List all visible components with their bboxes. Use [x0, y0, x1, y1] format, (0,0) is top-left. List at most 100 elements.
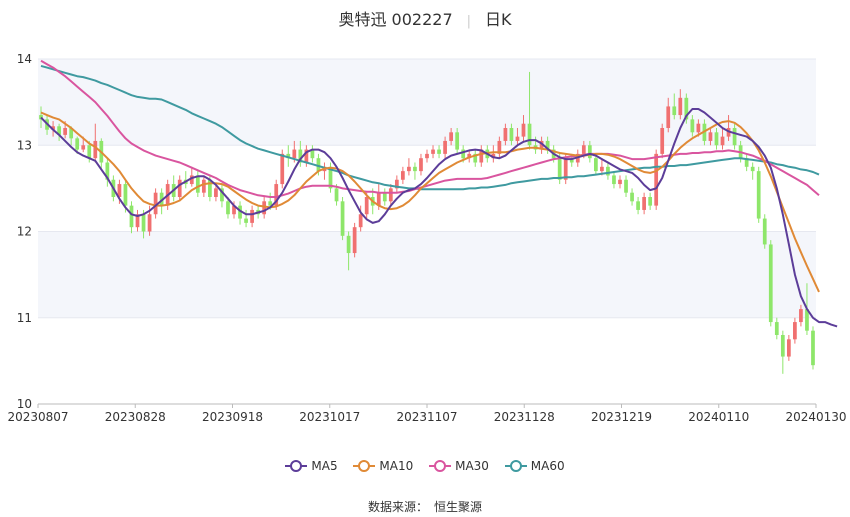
- legend-ma60-label: MA60: [530, 458, 565, 473]
- candle-down: [226, 201, 230, 215]
- candle-up: [147, 214, 152, 232]
- candle-down: [123, 184, 128, 206]
- candle-down: [75, 138, 80, 150]
- candle-up: [364, 197, 369, 215]
- x-tick-label: 20230807: [7, 410, 68, 424]
- candle-up: [503, 128, 508, 141]
- candle-up: [696, 123, 701, 133]
- candle-up: [720, 136, 725, 146]
- legend-ma30-marker: [429, 460, 452, 472]
- candle-up: [431, 149, 435, 154]
- candle-up: [521, 123, 526, 137]
- legend-ma5-marker: [285, 460, 308, 472]
- candle-down: [606, 166, 610, 176]
- source-value: 恒生聚源: [434, 500, 483, 514]
- candle-down: [774, 322, 779, 335]
- candle-down: [455, 132, 460, 150]
- candle-up: [280, 153, 285, 185]
- candle-down: [768, 244, 773, 323]
- legend-ma10[interactable]: MA10: [353, 459, 413, 473]
- candle-up: [666, 106, 671, 128]
- candle-down: [87, 145, 92, 159]
- legend-ma10-marker: [353, 460, 376, 472]
- candle-down: [340, 201, 345, 236]
- candle-down: [756, 171, 761, 219]
- legend-ma30[interactable]: MA30: [429, 459, 489, 473]
- candle-up: [654, 153, 659, 206]
- candle-down: [244, 218, 248, 223]
- candle-up: [660, 128, 665, 154]
- candle-up: [793, 322, 797, 340]
- candle-down: [527, 123, 532, 146]
- candle-down: [557, 158, 562, 180]
- candle-up: [419, 158, 423, 172]
- y-tick-label: 14: [17, 52, 32, 66]
- x-tick-label: 20230918: [202, 410, 263, 424]
- y-tick-label: 13: [17, 138, 32, 152]
- source-label: 数据来源：: [367, 500, 428, 514]
- candle-up: [618, 179, 622, 185]
- candle-down: [382, 192, 387, 202]
- candle-down: [129, 205, 134, 228]
- y-tick-label: 12: [17, 225, 32, 239]
- candle-down: [141, 214, 146, 232]
- candle-down: [762, 218, 767, 245]
- candle-up: [786, 339, 791, 357]
- candle-down: [413, 166, 417, 172]
- legend-ma30-label: MA30: [455, 458, 489, 473]
- candle-down: [612, 175, 616, 185]
- candle-down: [750, 166, 755, 172]
- candle-down: [780, 335, 785, 357]
- legend-ma5-label: MA5: [311, 458, 338, 473]
- x-tick-label: 20230828: [105, 410, 166, 424]
- candle-up: [515, 136, 520, 141]
- candle-up: [201, 179, 206, 193]
- y-tick-label: 10: [17, 397, 32, 411]
- candle-down: [624, 179, 628, 193]
- candle-up: [449, 132, 453, 141]
- legend-ma60[interactable]: MA60: [504, 458, 565, 473]
- x-tick-label: 20231107: [396, 410, 457, 424]
- data-source: 数据来源： 恒生聚源: [0, 498, 850, 515]
- candle-down: [672, 106, 677, 116]
- legend-ma5[interactable]: MA5: [285, 458, 338, 473]
- candle-down: [509, 128, 514, 141]
- candle-up: [352, 227, 357, 254]
- candle-up: [292, 149, 297, 159]
- candle-up: [93, 140, 98, 159]
- candle-up: [250, 209, 254, 223]
- candle-up: [581, 145, 586, 154]
- candle-up: [642, 197, 646, 210]
- candle-up: [678, 97, 683, 116]
- candle-down: [714, 132, 719, 146]
- candle-down: [195, 175, 200, 193]
- grid-band: [38, 231, 816, 318]
- candle-up: [358, 214, 363, 228]
- y-tick-label: 11: [17, 311, 32, 325]
- candle-down: [732, 128, 737, 146]
- chart-legend: MA5 MA10 MA30 MA60: [0, 458, 850, 473]
- candle-up: [81, 145, 86, 150]
- x-tick-label: 20240110: [688, 410, 749, 424]
- candle-up: [262, 201, 267, 215]
- candle-down: [648, 197, 653, 206]
- candle-up: [177, 179, 182, 197]
- candle-down: [437, 149, 441, 154]
- candle-down: [630, 192, 634, 202]
- x-tick-label: 20240130: [785, 410, 846, 424]
- candle-down: [593, 158, 598, 172]
- candle-up: [401, 171, 405, 180]
- candle-up: [388, 188, 393, 202]
- candle-up: [443, 140, 447, 154]
- candle-down: [587, 145, 592, 159]
- candle-down: [346, 235, 351, 254]
- x-tick-label: 20231017: [299, 410, 360, 424]
- candlestick-chart: 10 11 12 13 14 20230807 20230828 20230918 202310…: [7, 52, 846, 424]
- legend-ma60-marker: [504, 460, 527, 472]
- candle-up: [600, 166, 604, 172]
- legend-ma10-label: MA10: [379, 458, 414, 473]
- candle-up: [214, 188, 218, 197]
- candle-up: [425, 153, 429, 159]
- x-tick-label: 20231128: [494, 410, 555, 424]
- candle-up: [708, 132, 713, 141]
